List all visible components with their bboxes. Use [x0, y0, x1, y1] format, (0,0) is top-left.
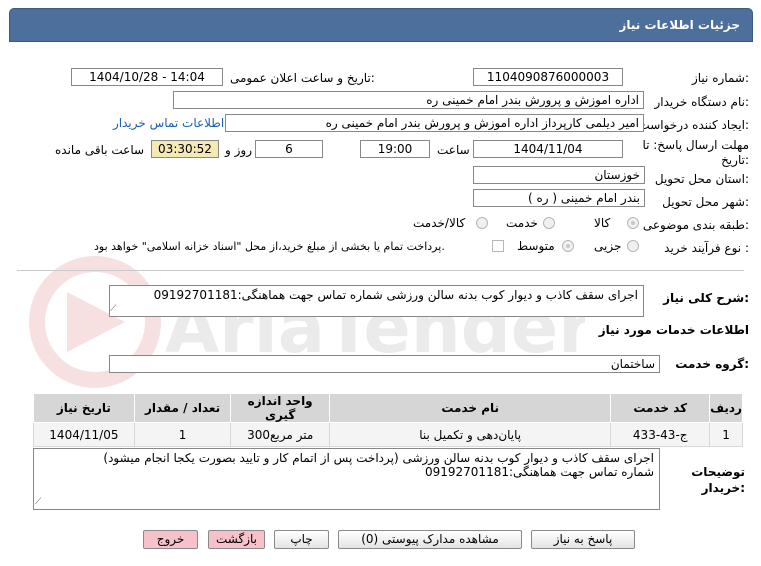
services-table: تاریخ نیاز تعداد / مقدار واحد اندازه گیر… [33, 393, 743, 447]
buyer-notes-label-2: خریدار: [701, 481, 745, 495]
col-service-name: نام خدمت [328, 393, 612, 423]
resize-handle-icon[interactable]: ⟋ [35, 497, 41, 507]
col-qty: تعداد / مقدار [133, 393, 232, 423]
cell-row: 1 [709, 422, 743, 447]
services-table-header: تاریخ نیاز تعداد / مقدار واحد اندازه گیر… [33, 393, 743, 423]
city-field: بندر امام خمینی ( ره ) [473, 189, 645, 207]
cell-qty: 1 [133, 422, 232, 447]
cell-unit: 300متر مربع [230, 422, 330, 447]
cell-service-name: پایان‌دهی و تکمیل بنا [328, 422, 612, 447]
panel-header: جزئیات اطلاعات نیاز [9, 8, 753, 42]
table-row: 1404/11/05 1 300متر مربع پایان‌دهی و تکم… [33, 422, 743, 447]
services-section-title: اطلاعات خدمات مورد نیاز [598, 323, 749, 337]
buyer-notes-label: توضیحات [691, 465, 745, 479]
category-label: طبقه بندی موضوعی: [642, 218, 749, 232]
buyer-contact-link[interactable]: اطلاعات تماس خریدار [113, 116, 224, 130]
cell-date: 1404/11/05 [33, 422, 135, 447]
process-option-medium: متوسط [517, 239, 555, 253]
days-label: روز و [225, 143, 252, 157]
process-label: نوع فرآیند خرید : [664, 241, 749, 255]
category-option-goods: کالا [594, 216, 611, 230]
buyer-notes-line-1: اجرای سقف کاذب و دیوار کوب بدنه سالن ورز… [103, 451, 654, 465]
print-button[interactable]: چاپ [274, 530, 329, 549]
province-field: خوزستان [473, 166, 645, 184]
col-service-code: کد خدمت [610, 393, 711, 423]
service-group-label: گروه خدمت: [675, 357, 749, 371]
col-date: تاریخ نیاز [33, 393, 135, 423]
buyer-notes-textarea[interactable]: اجرای سقف کاذب و دیوار کوب بدنه سالن ورز… [33, 448, 660, 510]
need-number-field: 1104090876000003 [473, 68, 623, 86]
deadline-time-field: 19:00 [360, 140, 430, 158]
view-documents-button[interactable]: مشاهده مدارک پیوستی (0) [338, 530, 522, 549]
category-option-goods-service: کالا/خدمت [413, 216, 466, 230]
back-button[interactable]: بازگشت [208, 530, 265, 549]
city-label: شهر محل تحویل: [662, 195, 749, 209]
description-label: شرح کلی نیاز: [663, 291, 749, 305]
process-option-minor: جزیی [594, 239, 622, 253]
buyer-label: نام دستگاه خریدار: [654, 95, 750, 109]
creator-field: امیر دیلمی کارپرداز اداره اموزش و پرورش … [225, 114, 644, 132]
process-radio-minor[interactable] [627, 240, 639, 252]
deadline-label-date: تاریخ: [721, 153, 749, 167]
payment-note: پرداخت تمام یا بخشی از مبلغ خرید،از محل … [94, 240, 445, 253]
remaining-time-field: 03:30:52 [151, 140, 219, 158]
payment-checkbox[interactable] [492, 240, 504, 252]
category-radio-service[interactable] [543, 217, 555, 229]
creator-label: ایجاد کننده درخواست: [638, 118, 749, 132]
resize-handle-icon[interactable]: ⟋ [110, 304, 116, 314]
divider [17, 270, 744, 271]
buyer-notes-line-2: شماره تماس جهت هماهنگی:09192701181 [424, 465, 654, 479]
col-unit: واحد اندازه گیری [230, 393, 330, 423]
remaining-label: ساعت باقی مانده [55, 143, 145, 157]
cell-service-code: ج-43-433 [610, 422, 711, 447]
category-option-service: خدمت [506, 216, 538, 230]
service-group-field: ساختمان [109, 355, 660, 373]
deadline-time-label: ساعت [437, 143, 470, 157]
announce-field: 1404/10/28 - 14:04 [71, 68, 223, 86]
deadline-date-field: 1404/11/04 [473, 140, 623, 158]
process-radio-medium[interactable] [562, 240, 574, 252]
description-text: اجرای سقف کاذب و دیوار کوب بدنه سالن ورز… [153, 288, 638, 302]
reply-button[interactable]: پاسخ به نیاز [531, 530, 635, 549]
col-row: ردیف [709, 393, 743, 423]
description-textarea[interactable]: اجرای سقف کاذب و دیوار کوب بدنه سالن ورز… [109, 285, 644, 317]
category-radio-goods[interactable] [627, 217, 639, 229]
page-title: جزئیات اطلاعات نیاز [619, 18, 740, 32]
need-number-label: شماره نیاز: [691, 71, 749, 85]
deadline-label: مهلت ارسال پاسخ: تا [642, 138, 749, 152]
buyer-field: اداره اموزش و پرورش بندر امام خمینی ره [173, 91, 644, 109]
days-field: 6 [255, 140, 323, 158]
province-label: استان محل تحویل: [654, 172, 749, 186]
exit-button[interactable]: خروج [143, 530, 198, 549]
announce-label: تاریخ و ساعت اعلان عمومی: [230, 71, 375, 85]
category-radio-goods-service[interactable] [476, 217, 488, 229]
